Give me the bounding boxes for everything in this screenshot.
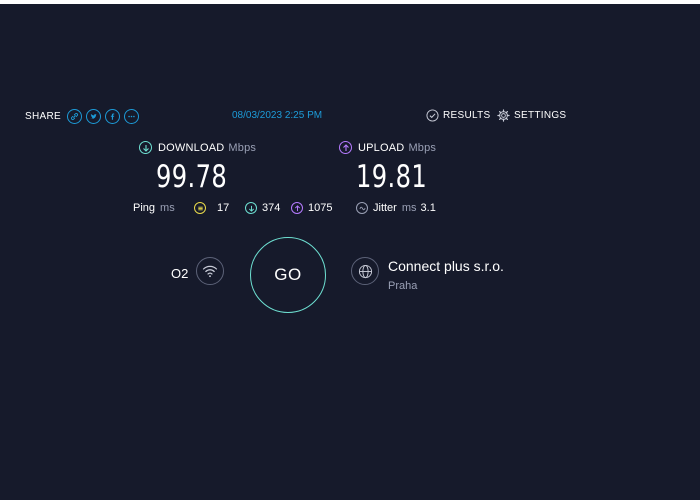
settings-link[interactable]: SETTINGS — [497, 109, 566, 122]
ping-value-stat: 17 — [194, 202, 229, 214]
settings-label: SETTINGS — [514, 110, 567, 121]
go-button[interactable]: GO — [250, 237, 326, 313]
jitter-unit: ms — [401, 202, 417, 214]
jitter-icon — [356, 202, 368, 214]
download-latency-icon — [245, 202, 257, 214]
upload-arrow-icon — [339, 141, 352, 154]
twitter-icon[interactable] — [85, 108, 101, 124]
server-city: Praha — [388, 280, 418, 292]
upload-label: UPLOAD — [358, 141, 405, 154]
latency-stats: Ping ms 17 374 1075 Jitter ms 3.1 — [133, 202, 453, 218]
speedtest-app: SHARE 08/03/2023 2:25 PM RESULTS SETTING… — [0, 4, 700, 500]
more-icon[interactable] — [123, 108, 139, 124]
facebook-icon[interactable] — [104, 108, 120, 124]
results-link[interactable]: RESULTS — [426, 109, 490, 122]
download-unit: Mbps — [228, 141, 257, 154]
upload-latency-value: 1075 — [308, 202, 333, 214]
upload-header: UPLOAD Mbps — [339, 141, 447, 154]
download-latency-value: 374 — [262, 202, 281, 214]
download-label: DOWNLOAD — [158, 141, 225, 154]
download-result: DOWNLOAD Mbps 99.78 — [139, 141, 256, 195]
ping-label: Ping — [133, 202, 156, 214]
share-label: SHARE — [25, 110, 61, 122]
gear-icon — [497, 109, 510, 122]
ping-stat: Ping ms — [133, 202, 175, 214]
ping-value: 17 — [217, 202, 230, 214]
jitter-value: 3.1 — [420, 202, 436, 214]
globe-icon[interactable] — [351, 257, 379, 285]
download-latency-stat: 374 — [245, 202, 280, 214]
isp-name: O2 — [171, 266, 189, 281]
ping-icon — [194, 202, 206, 214]
download-value: 99.78 — [156, 159, 228, 195]
check-circle-icon — [426, 109, 439, 122]
share-bar: SHARE — [25, 103, 143, 129]
ping-unit: ms — [160, 202, 175, 214]
upload-value: 19.81 — [356, 159, 428, 195]
download-arrow-icon — [139, 141, 152, 154]
download-header: DOWNLOAD Mbps — [139, 141, 256, 154]
link-icon[interactable] — [66, 108, 82, 124]
wifi-icon[interactable] — [196, 257, 224, 285]
upload-unit: Mbps — [408, 141, 437, 154]
upload-latency-stat: 1075 — [291, 202, 332, 214]
results-label: RESULTS — [443, 110, 491, 121]
upload-result: UPLOAD Mbps 19.81 — [339, 141, 447, 195]
server-name[interactable]: Connect plus s.r.o. — [388, 258, 504, 274]
test-timestamp: 08/03/2023 2:25 PM — [232, 110, 323, 121]
upload-latency-icon — [291, 202, 303, 214]
jitter-label: Jitter — [373, 202, 397, 214]
jitter-stat: Jitter ms 3.1 — [356, 202, 436, 214]
